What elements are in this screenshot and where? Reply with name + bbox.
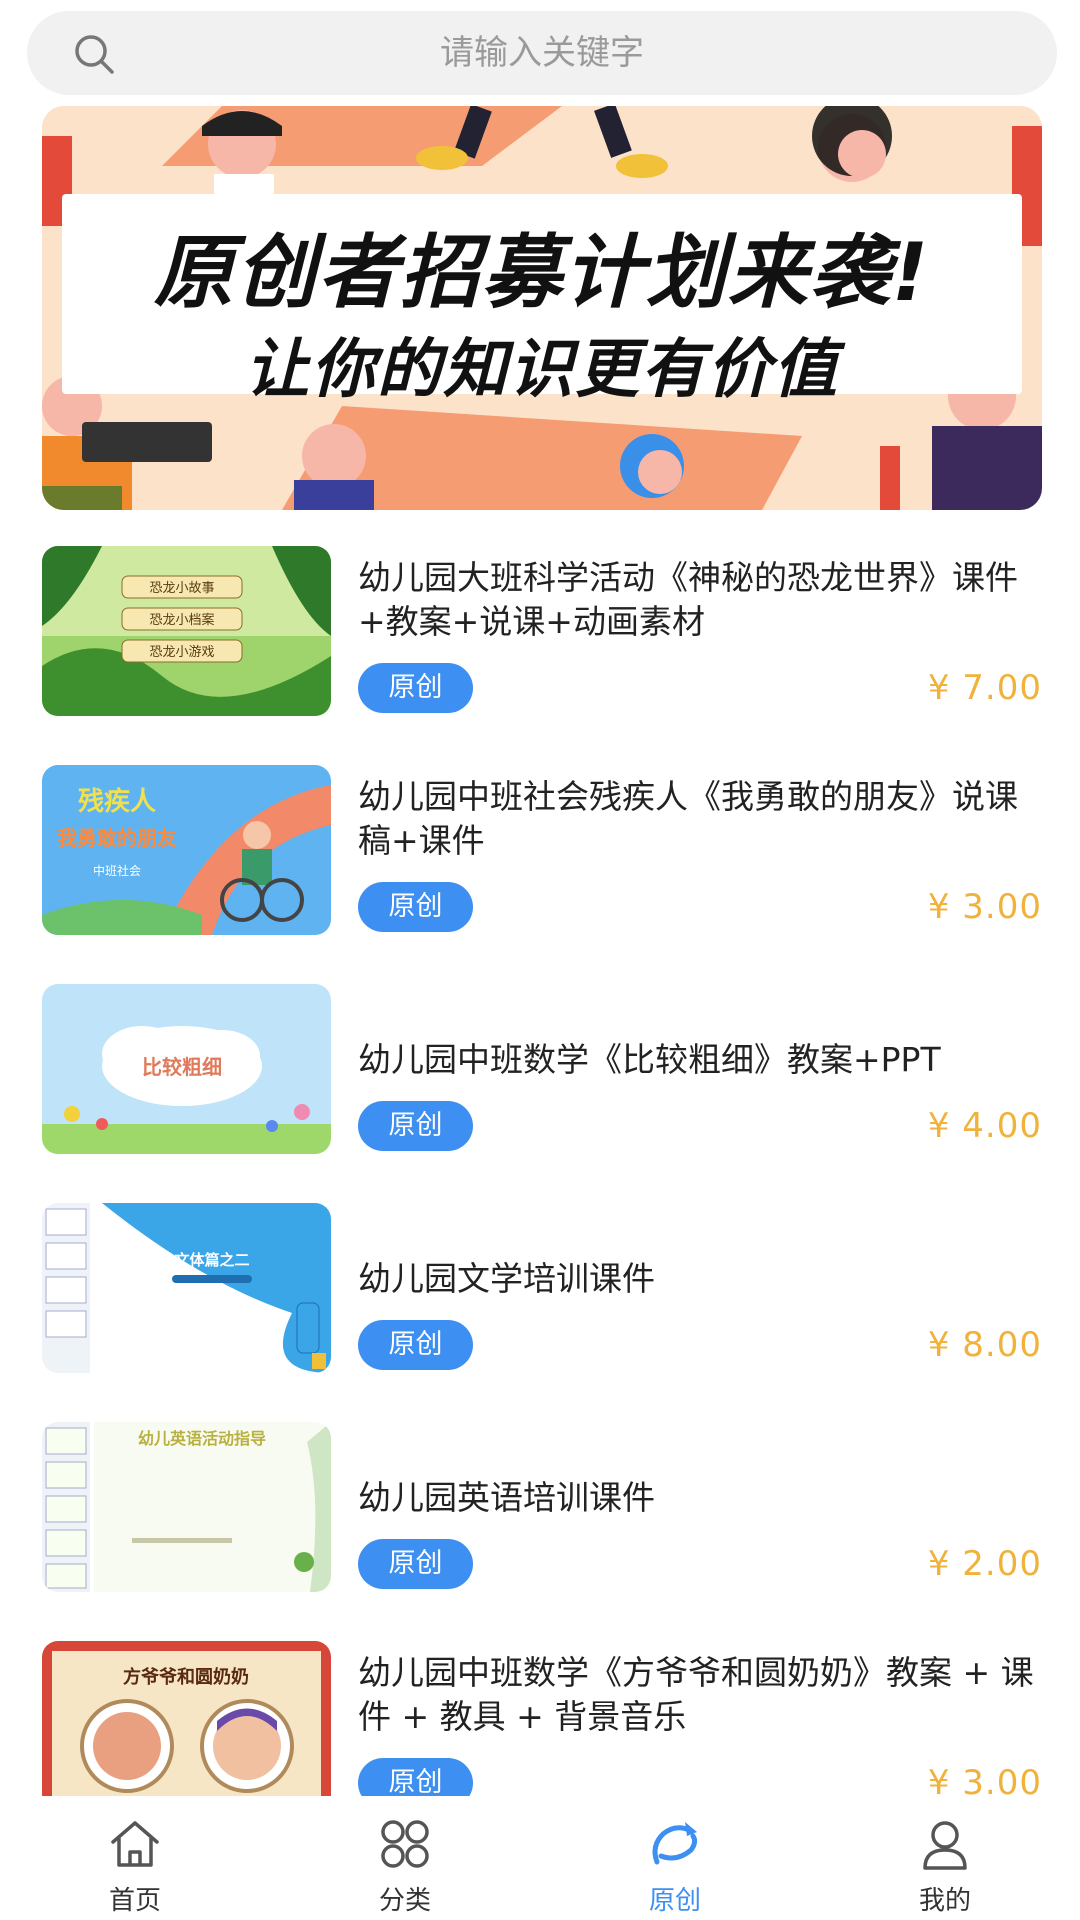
thumb-label: 我勇敢的朋友 bbox=[57, 826, 177, 850]
nav-label: 首页 bbox=[108, 1886, 161, 1916]
original-badge: 原创 bbox=[358, 1101, 473, 1151]
item-price: ¥ 8.00 bbox=[927, 1325, 1042, 1365]
original-badge: 原创 bbox=[358, 1758, 473, 1796]
item-title: 幼儿园英语培训课件 bbox=[358, 1478, 655, 1517]
nav-item-category[interactable]: 分类 bbox=[270, 1796, 540, 1920]
thumbnail: 幼儿英语活动指导 bbox=[42, 1422, 331, 1592]
item-price: ¥ 4.00 bbox=[927, 1106, 1042, 1146]
thumb-label: 文体篇之二 bbox=[174, 1251, 249, 1269]
thumbnail: 恐龙小故事 恐龙小档案 恐龙小游戏 bbox=[42, 546, 331, 716]
nav-item-home[interactable]: 首页 bbox=[0, 1796, 270, 1920]
search-icon bbox=[75, 35, 114, 74]
thumb-label: 残疾人 bbox=[78, 786, 156, 817]
item-title: 幼儿园中班数学《方爷爷和圆奶奶》教案 + 课件 + 教具 + 背景音乐 bbox=[358, 1653, 1034, 1736]
banner-title: 原创者招募计划来袭! bbox=[153, 226, 931, 319]
home-icon bbox=[111, 1821, 159, 1867]
thumb-label: 比较粗细 bbox=[142, 1055, 222, 1079]
original-badge: 原创 bbox=[358, 1320, 473, 1370]
thumbnail: 方爷爷和圆奶奶 bbox=[42, 1641, 331, 1796]
item-title: 幼儿园文学培训课件 bbox=[358, 1259, 655, 1298]
banner[interactable]: 原创者招募计划来袭! 让你的知识更有价值 bbox=[42, 106, 1042, 510]
original-badge: 原创 bbox=[358, 1539, 473, 1589]
thumbnail: 比较粗细 bbox=[42, 984, 331, 1154]
original-badge: 原创 bbox=[358, 882, 473, 932]
category-icon bbox=[381, 1820, 429, 1868]
thumb-label: 恐龙小档案 bbox=[149, 613, 214, 628]
search-bar[interactable] bbox=[27, 11, 1057, 95]
thumbnail: 残疾人 我勇敢的朋友 中班社会 bbox=[42, 765, 331, 935]
item-price: ¥ 2.00 bbox=[927, 1544, 1042, 1584]
nav-item-mine[interactable]: 我的 bbox=[810, 1796, 1080, 1920]
original-icon bbox=[652, 1822, 698, 1865]
thumb-label: 恐龙小故事 bbox=[149, 581, 214, 596]
list-item[interactable]: 恐龙小故事 恐龙小档案 恐龙小游戏 幼儿园大班科学活动《神秘的恐龙世界》课件+教… bbox=[42, 546, 1042, 716]
list-item[interactable]: 方爷爷和圆奶奶 幼儿园中班数学《方爷爷和圆奶奶》教案 + 课件 + 教具 + 背… bbox=[42, 1641, 1042, 1796]
item-price: ¥ 3.00 bbox=[927, 1763, 1042, 1796]
list-item[interactable]: 比较粗细 幼儿园中班数学《比较粗细》教案+PPT 原创 ¥ 4.00 bbox=[42, 984, 1042, 1154]
item-price: ¥ 3.00 bbox=[927, 887, 1042, 927]
thumb-label: 中班社会 bbox=[93, 863, 141, 878]
item-price: ¥ 7.00 bbox=[927, 668, 1042, 708]
original-badge: 原创 bbox=[358, 663, 473, 713]
page: 原创者招募计划来袭! 让你的知识更有价值 恐龙小故事 恐龙小档案 恐龙小游戏 bbox=[0, 0, 1080, 1920]
thumb-label: 幼儿英语活动指导 bbox=[138, 1429, 266, 1448]
resource-list: 恐龙小故事 恐龙小档案 恐龙小游戏 幼儿园大班科学活动《神秘的恐龙世界》课件+教… bbox=[0, 546, 1080, 1796]
search-input[interactable] bbox=[27, 11, 1057, 95]
list-item[interactable]: 文体篇之二 幼儿园文学培训课件 原创 ¥ 8.00 bbox=[42, 1203, 1042, 1373]
banner-subtitle: 让你的知识更有价值 bbox=[245, 333, 839, 407]
thumb-label: 恐龙小游戏 bbox=[149, 645, 214, 660]
bottom-nav: 首页 分类 原创 我的 bbox=[0, 1796, 1080, 1920]
thumbnail: 文体篇之二 bbox=[42, 1203, 331, 1373]
nav-item-original[interactable]: 原创 bbox=[540, 1796, 810, 1920]
nav-label: 我的 bbox=[918, 1886, 971, 1916]
user-icon bbox=[923, 1821, 967, 1870]
item-title: 幼儿园中班社会残疾人《我勇敢的朋友》说课稿+课件 bbox=[358, 777, 1018, 860]
list-item[interactable]: 幼儿英语活动指导 幼儿园英语培训课件 原创 ¥ 2.00 bbox=[42, 1422, 1042, 1592]
thumb-label: 方爷爷和圆奶奶 bbox=[123, 1666, 249, 1688]
item-title: 幼儿园大班科学活动《神秘的恐龙世界》课件+教案+说课+动画素材 bbox=[358, 558, 1018, 641]
item-title: 幼儿园中班数学《比较粗细》教案+PPT bbox=[358, 1040, 941, 1079]
list-item[interactable]: 残疾人 我勇敢的朋友 中班社会 幼儿园中班社会残疾人《我勇敢的朋友》说课稿+课件… bbox=[42, 765, 1042, 935]
nav-label: 分类 bbox=[378, 1886, 431, 1916]
nav-label: 原创 bbox=[648, 1886, 701, 1916]
